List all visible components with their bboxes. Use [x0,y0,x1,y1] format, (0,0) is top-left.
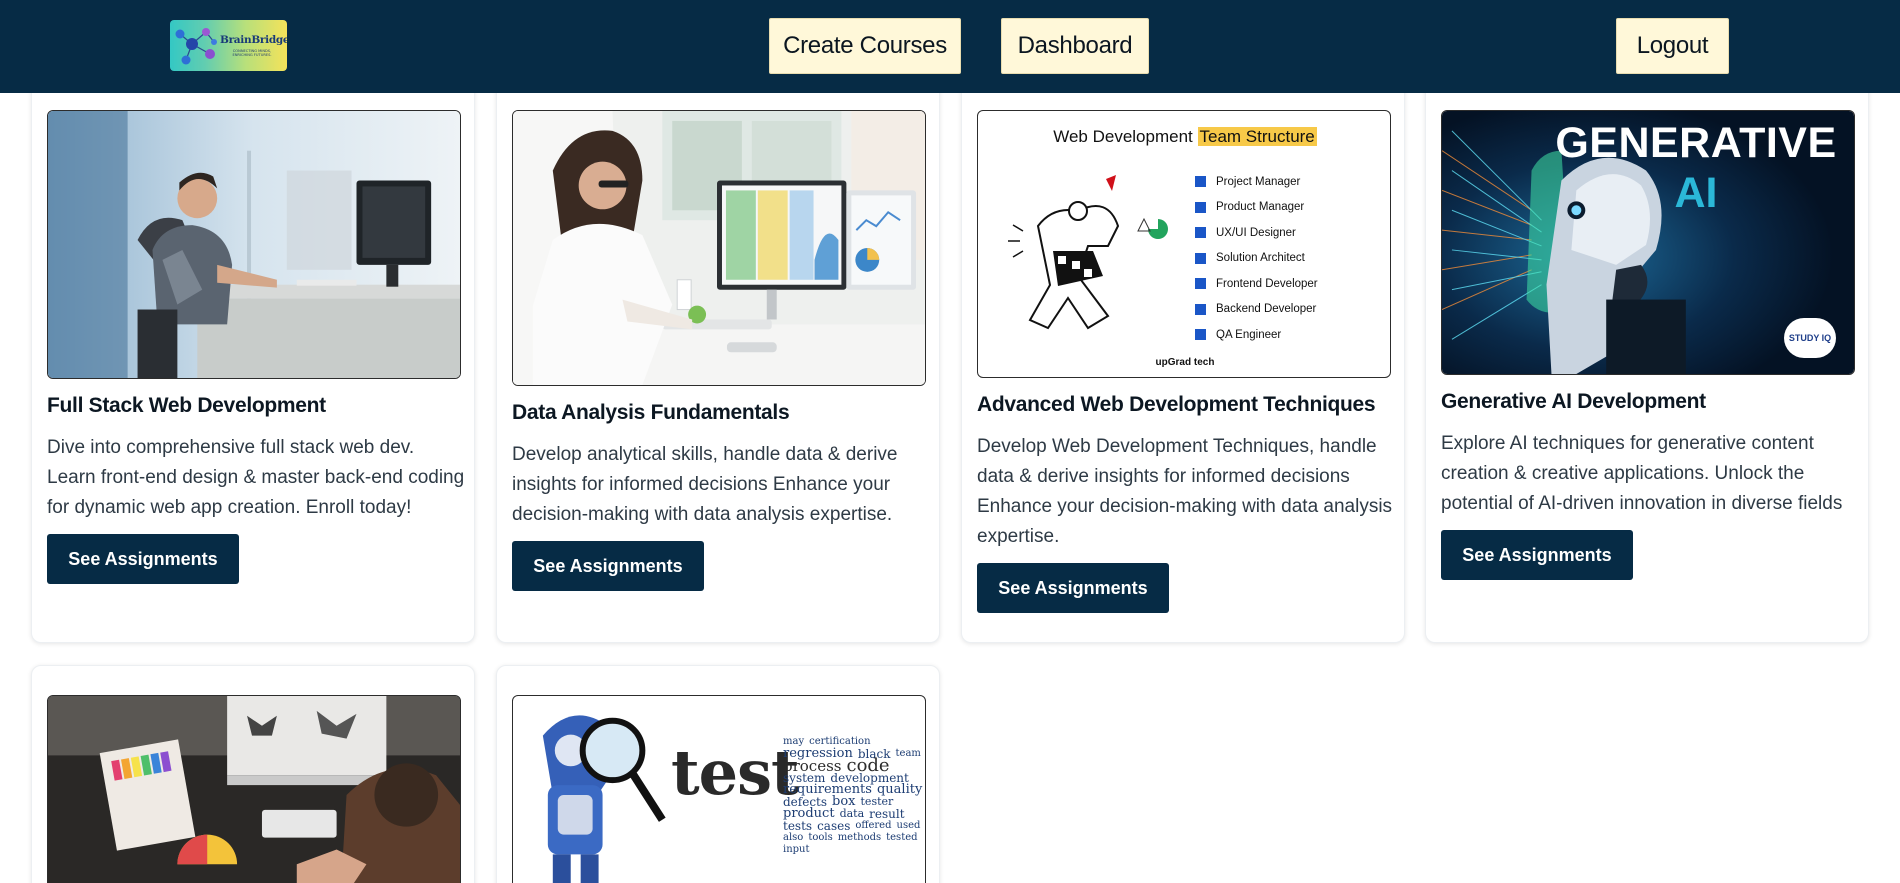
square-bullet-icon [1195,252,1206,264]
cloud-word: team [895,748,921,759]
brainbridge-logo[interactable]: BrainBridge CONNECTING MINDS, ENRICHING … [170,20,287,71]
role-item: Solution Architect [1195,246,1385,272]
square-bullet-icon [1195,329,1206,341]
course-card-generative-ai: GENERATIVE AI STUDY IQ Generative AI Dev… [1425,80,1869,643]
role-item: Product Manager [1195,195,1385,221]
cloud-word: used [896,820,921,831]
brand-suffix: tech [1193,357,1215,368]
dashboard-button[interactable]: Dashboard [1001,18,1149,74]
logout-button[interactable]: Logout [1616,18,1729,74]
image-heading-ai: AI [1674,169,1718,217]
create-courses-button[interactable]: Create Courses [769,18,961,74]
course-title: Generative AI Development [1441,390,1706,413]
see-assignments-button[interactable]: See Assignments [512,541,704,591]
upgrad-brand: upGrad tech [978,357,1390,368]
logo-wordmark: BrainBridge [220,34,287,46]
role-item: Project Manager [1195,169,1385,195]
course-description: Dive into comprehensive full stack web d… [47,437,465,518]
square-bullet-icon [1195,278,1206,290]
course-card-testing: test may certification regression black … [496,665,940,883]
role-item: QA Engineer [1195,322,1385,348]
course-card-design [31,665,475,883]
course-description: Develop Web Development Techniques, hand… [977,436,1393,547]
course-card-advanced-web: Web Development Team Structure Project M… [961,80,1405,643]
square-bullet-icon [1195,303,1206,315]
top-navigation-bar: BrainBridge CONNECTING MINDS, ENRICHING … [0,0,1900,93]
square-bullet-icon [1195,176,1206,188]
brand-name: upGrad [1155,357,1192,368]
cloud-word: tools [808,832,833,843]
cloud-word: result [869,807,905,821]
role-item: Backend Developer [1195,297,1385,323]
logo-tagline: CONNECTING MINDS, ENRICHING FUTURES. [222,49,282,57]
logo-tagline-line2: ENRICHING FUTURES. [232,53,272,57]
course-image-analyst-at-computer [512,110,926,386]
studyiq-badge-icon: STUDY IQ [1784,318,1836,358]
see-assignments-button[interactable]: See Assignments [47,534,239,584]
role-label: Frontend Developer [1216,277,1318,290]
course-image-testing-robot: test may certification regression black … [512,695,926,883]
course-image-generative-ai: GENERATIVE AI STUDY IQ [1441,110,1855,375]
square-bullet-icon [1195,227,1206,239]
role-label: Product Manager [1216,201,1305,214]
course-description: Explore AI techniques for generative con… [1441,433,1843,514]
course-image-developer-at-desk [47,110,461,379]
course-title: Data Analysis Fundamentals [512,401,790,424]
role-label: Solution Architect [1216,252,1305,265]
course-card-data-analysis: Data Analysis Fundamentals Develop analy… [496,80,940,643]
roles-list: Project Manager Product Manager UX/UI De… [1195,169,1385,348]
role-label: UX/UI Designer [1216,226,1296,239]
course-card-full-stack: Full Stack Web Development Dive into com… [31,80,475,643]
role-label: QA Engineer [1216,328,1282,341]
course-image-team-structure: Web Development Team Structure Project M… [977,110,1391,378]
role-label: Backend Developer [1216,303,1317,316]
cloud-word: tested [886,832,918,843]
course-image-designer-desk [47,695,461,883]
cloud-word: input [783,844,810,855]
course-title: Full Stack Web Development [47,394,326,417]
see-assignments-button[interactable]: See Assignments [1441,530,1633,580]
cloud-word: also [783,832,804,843]
word-cloud: may certification regression black team … [708,736,923,883]
course-title: Advanced Web Development Techniques [977,393,1376,416]
square-bullet-icon [1195,201,1206,213]
role-item: UX/UI Designer [1195,220,1385,246]
cloud-word: methods [837,832,882,843]
see-assignments-button[interactable]: See Assignments [977,563,1169,613]
cloud-word: offered [855,820,892,831]
course-description: Develop analytical skills, handle data &… [512,444,898,525]
image-heading-generative: GENERATIVE [1555,119,1837,167]
cloud-word: tests [783,819,813,833]
role-label: Project Manager [1216,175,1301,188]
cloud-word: cases [817,819,851,833]
role-item: Frontend Developer [1195,271,1385,297]
